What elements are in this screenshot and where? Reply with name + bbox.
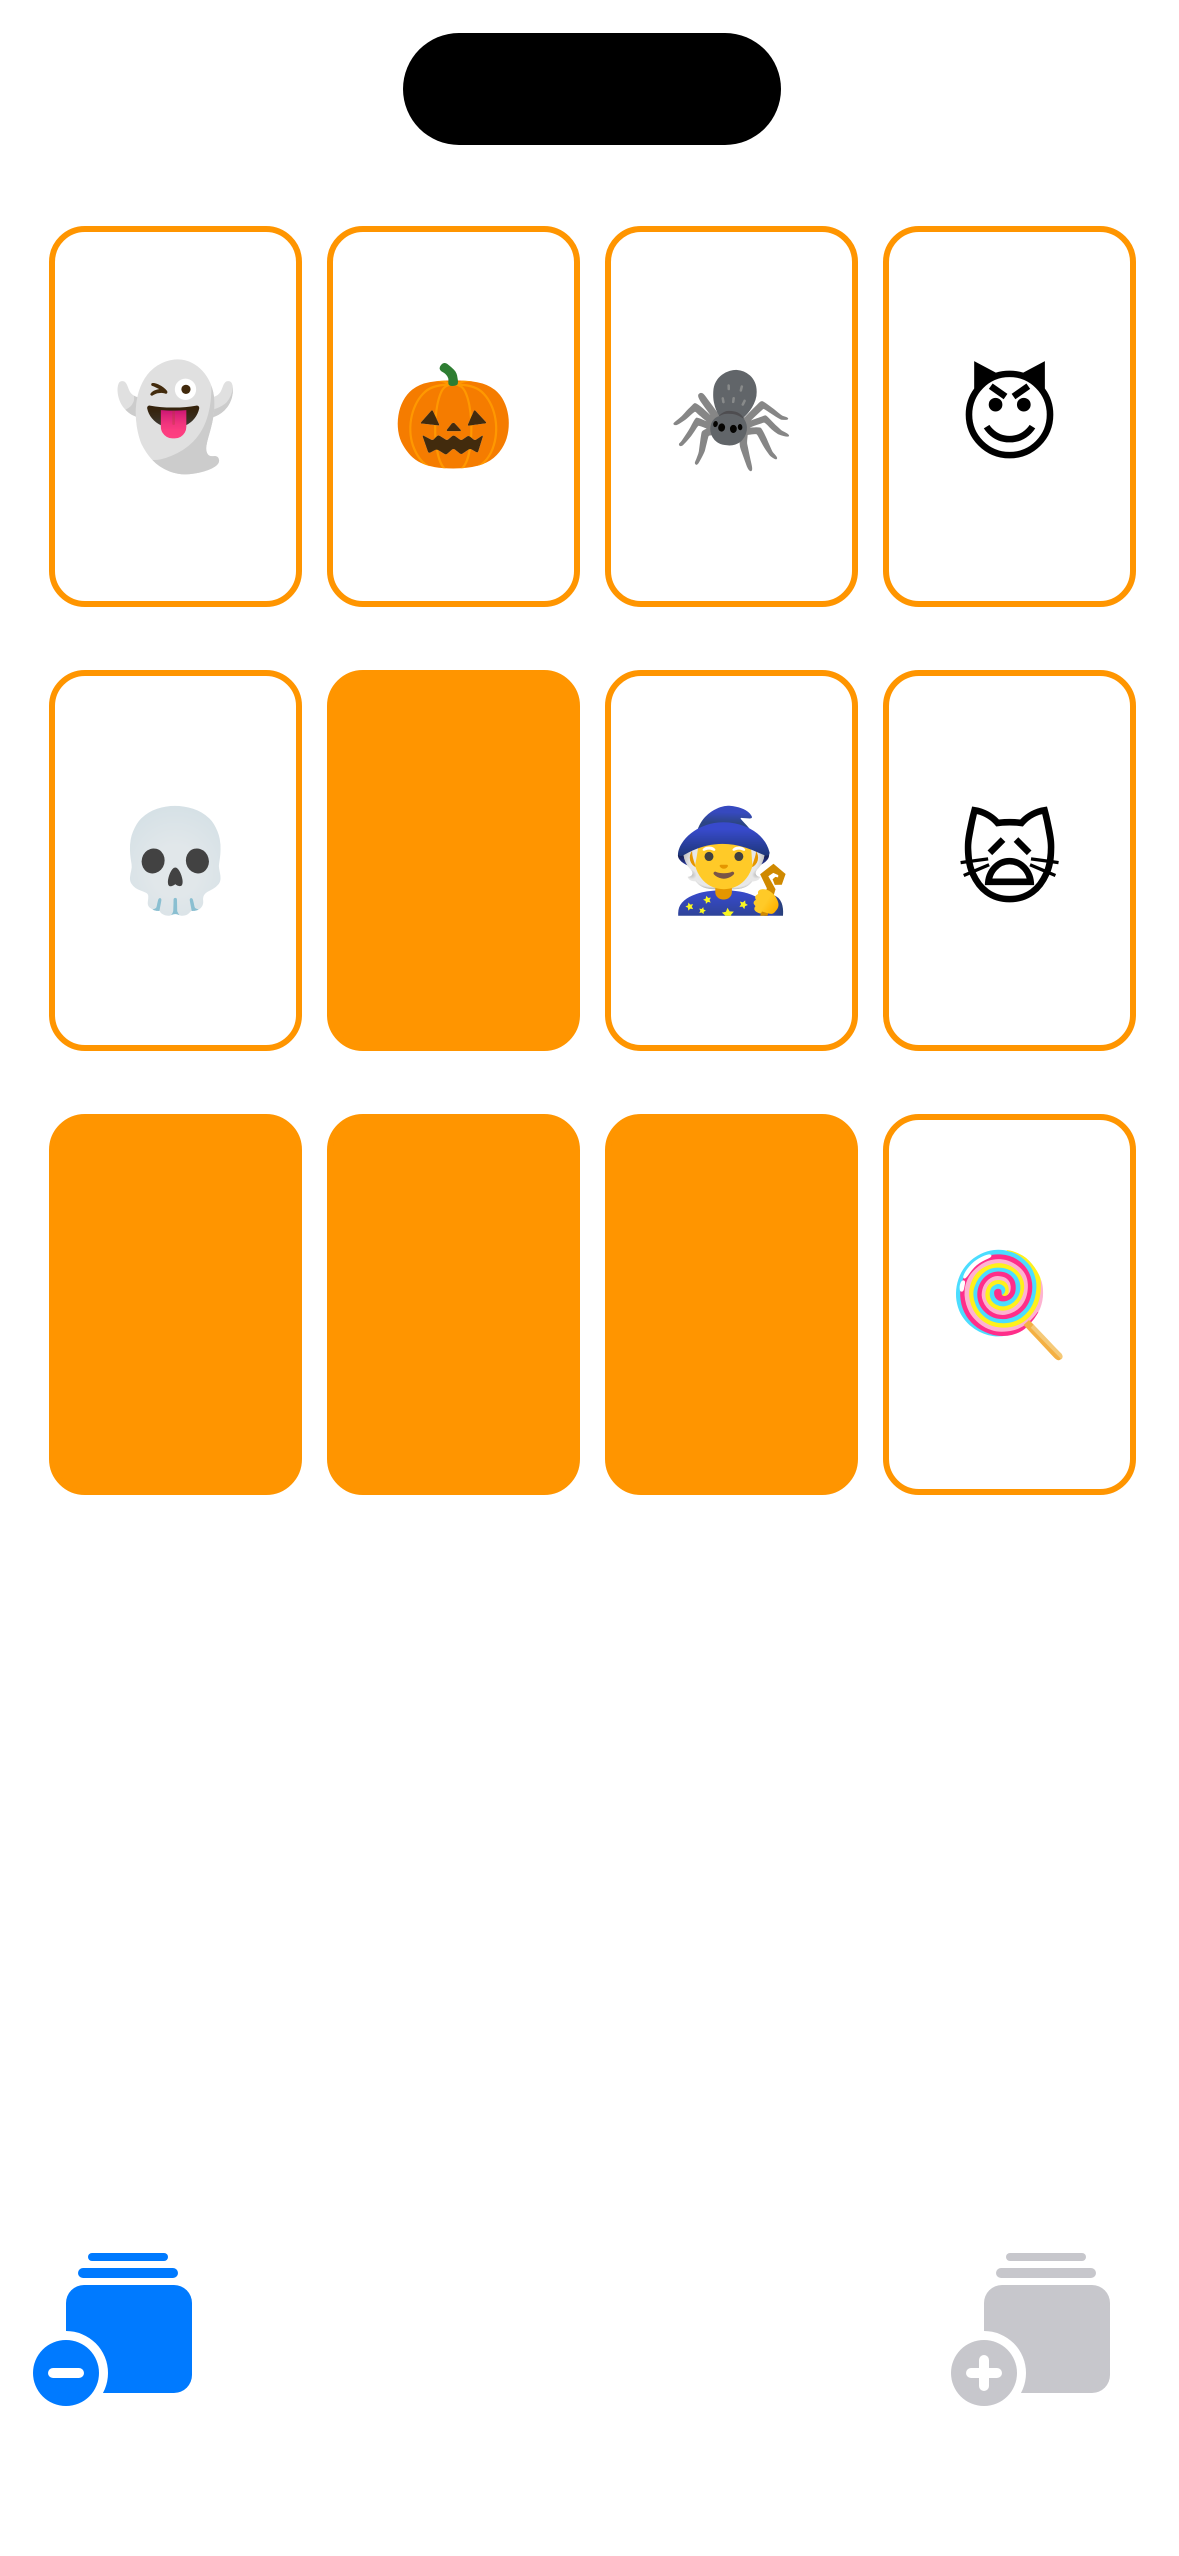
card-10[interactable]	[327, 1114, 580, 1495]
rectangle-stack-badge-minus-icon	[28, 2253, 192, 2415]
card-11[interactable]	[605, 1114, 858, 1495]
card-emoji: 🕷️	[669, 357, 794, 475]
card-emoji: 🙀	[957, 801, 1062, 919]
card-7[interactable]: 🧙	[605, 670, 858, 1051]
card-3[interactable]: 🕷️	[605, 226, 858, 607]
card-9[interactable]	[49, 1114, 302, 1495]
card-8[interactable]: 🙀	[883, 670, 1136, 1051]
card-emoji: 😈	[957, 357, 1062, 475]
rectangle-stack-badge-plus-icon	[946, 2253, 1110, 2415]
card-emoji: 👻	[113, 357, 238, 475]
card-1[interactable]: 👻	[49, 226, 302, 607]
card-emoji: 🎃	[391, 357, 516, 475]
add-card-button[interactable]	[946, 2240, 1136, 2430]
card-12[interactable]: 🍭	[883, 1114, 1136, 1495]
card-emoji: 🧙	[669, 801, 794, 919]
card-4[interactable]: 😈	[883, 226, 1136, 607]
card-grid: 👻 🎃 🕷️ 😈 💀 🧙 🙀 🍭	[49, 226, 1136, 1495]
card-emoji: 💀	[113, 801, 238, 919]
remove-card-button[interactable]	[28, 2240, 218, 2430]
dynamic-island	[403, 33, 781, 145]
card-emoji: 🍭	[947, 1245, 1072, 1363]
card-2[interactable]: 🎃	[327, 226, 580, 607]
card-5[interactable]: 💀	[49, 670, 302, 1051]
card-6[interactable]	[327, 670, 580, 1051]
